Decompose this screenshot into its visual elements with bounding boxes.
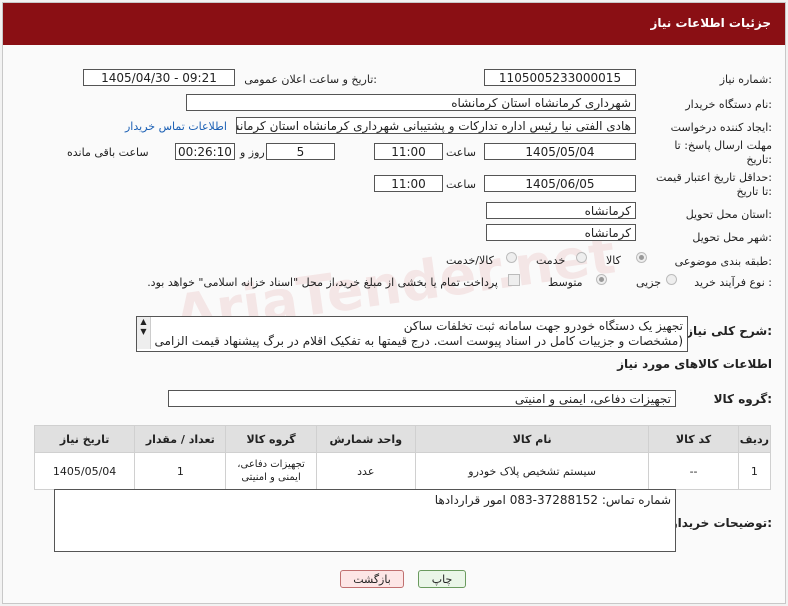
deadline-label: مهلت ارسال پاسخ: تا	[674, 139, 772, 152]
category-option-both: کالا/خدمت	[446, 254, 494, 267]
buyer-notes-textarea[interactable]: شماره تماس: 37288152-083 امور قراردادها	[54, 489, 676, 552]
buyer-org-field: شهرداری کرمانشاه استان کرمانشاه	[186, 94, 636, 111]
description-label: شرح کلی نیاز:	[686, 324, 772, 338]
creator-label: ایجاد کننده درخواست:	[670, 121, 772, 134]
validity-label-date: تا تاریخ:	[736, 185, 772, 198]
days-field: 5	[266, 143, 335, 160]
cell-unit: عدد	[315, 452, 416, 490]
category-option-goods: کالا	[606, 254, 621, 267]
cell-qty: 1	[134, 452, 227, 490]
col-qty: تعداد / مقدار	[134, 425, 227, 453]
remaining-word: ساعت باقی مانده	[67, 146, 149, 159]
city-label: شهر محل تحویل:	[692, 231, 772, 244]
cell-row: 1	[737, 452, 772, 490]
need-number-field: 1105005233000015	[484, 69, 636, 86]
col-name: نام کالا	[414, 425, 650, 453]
process-option-medium: متوسط	[548, 276, 583, 289]
goods-section-title: اطلاعات کالاهای مورد نیاز	[617, 357, 772, 371]
col-group: گروه کالا	[225, 425, 317, 453]
need-number-label: شماره نیاز:	[719, 73, 772, 86]
payment-note: پرداخت تمام یا بخشی از مبلغ خرید،از محل …	[147, 276, 498, 289]
category-option-service: خدمت	[536, 254, 566, 267]
buyer-org-label: نام دستگاه خریدار:	[685, 98, 772, 111]
process-radio-minor[interactable]	[666, 274, 677, 285]
description-line-2: (مشخصات و جزییات کامل در اسناد پیوست است…	[154, 334, 683, 348]
goods-table: تاریخ نیاز تعداد / مقدار گروه کالا واحد …	[33, 425, 772, 490]
details-panel: جزئیات اطلاعات نیاز AriaTender.net شماره…	[2, 2, 786, 604]
province-label: استان محل تحویل:	[685, 208, 772, 221]
col-code: کد کالا	[648, 425, 739, 453]
remaining-time-field: 00:26:10	[175, 143, 235, 160]
deadline-time-field: 11:00	[374, 143, 443, 160]
cell-need-date: 1405/05/04	[33, 452, 136, 490]
page-header: جزئیات اطلاعات نیاز	[3, 3, 785, 45]
description-line-1: تجهیز یک دستگاه خودرو جهت سامانه ثبت تخل…	[403, 319, 683, 333]
category-radio-goods[interactable]	[636, 252, 647, 263]
back-button[interactable]: بازگشت	[340, 570, 404, 588]
announce-label: تاریخ و ساعت اعلان عمومی:	[244, 73, 377, 86]
city-field: کرمانشاه	[486, 224, 636, 241]
validity-time-field: 11:00	[374, 175, 443, 192]
buyer-notes-text: شماره تماس: 37288152-083 امور قراردادها	[434, 493, 671, 507]
process-option-minor: جزیی	[636, 276, 662, 289]
category-radio-service[interactable]	[576, 252, 587, 263]
col-row: ردیف	[737, 425, 772, 453]
col-need-date: تاریخ نیاز	[33, 425, 136, 453]
table-row: 1405/05/04 1 تجهیزات دفاعی، ایمنی و امنی…	[33, 452, 772, 490]
buyer-notes-label: توضیحات خریدار:	[670, 516, 772, 530]
process-radio-medium[interactable]	[596, 274, 607, 285]
goods-group-field: تجهیزات دفاعی، ایمنی و امنیتی	[168, 390, 676, 407]
deadline-label-date: تاریخ:	[746, 153, 772, 166]
category-label: طبقه بندی موضوعی:	[674, 255, 772, 268]
validity-date-field: 1405/06/05	[484, 175, 636, 192]
category-radio-both[interactable]	[506, 252, 517, 263]
deadline-date-field: 1405/05/04	[484, 143, 636, 160]
cell-name: سیستم تشخیص پلاک خودرو	[414, 452, 650, 490]
contact-info-link[interactable]: اطلاعات تماس خریدار	[125, 120, 227, 133]
description-scrollbar[interactable]: ▲ ▼	[137, 317, 151, 349]
validity-label: حداقل تاریخ اعتبار قیمت:	[656, 171, 772, 184]
days-word: روز و	[240, 146, 265, 159]
announce-field: 1405/04/30 - 09:21	[83, 69, 235, 86]
treasury-checkbox[interactable]	[508, 274, 520, 286]
validity-time-word: ساعت	[446, 178, 476, 191]
print-button[interactable]: چاپ	[418, 570, 466, 588]
page-title: جزئیات اطلاعات نیاز	[650, 16, 771, 30]
cell-code: --	[648, 452, 739, 490]
cell-group: تجهیزات دفاعی، ایمنی و امنیتی	[225, 452, 317, 490]
process-label: نوع فرآیند خرید :	[694, 276, 772, 289]
creator-field: هادی الفتی نیا رئیس اداره تدارکات و پشتی…	[236, 117, 636, 134]
goods-group-label: گروه کالا:	[713, 392, 772, 406]
province-field: کرمانشاه	[486, 202, 636, 219]
goods-table-header: تاریخ نیاز تعداد / مقدار گروه کالا واحد …	[33, 425, 772, 453]
deadline-time-word: ساعت	[446, 146, 476, 159]
description-textarea[interactable]: تجهیز یک دستگاه خودرو جهت سامانه ثبت تخل…	[136, 316, 688, 352]
col-unit: واحد شمارش	[315, 425, 416, 453]
